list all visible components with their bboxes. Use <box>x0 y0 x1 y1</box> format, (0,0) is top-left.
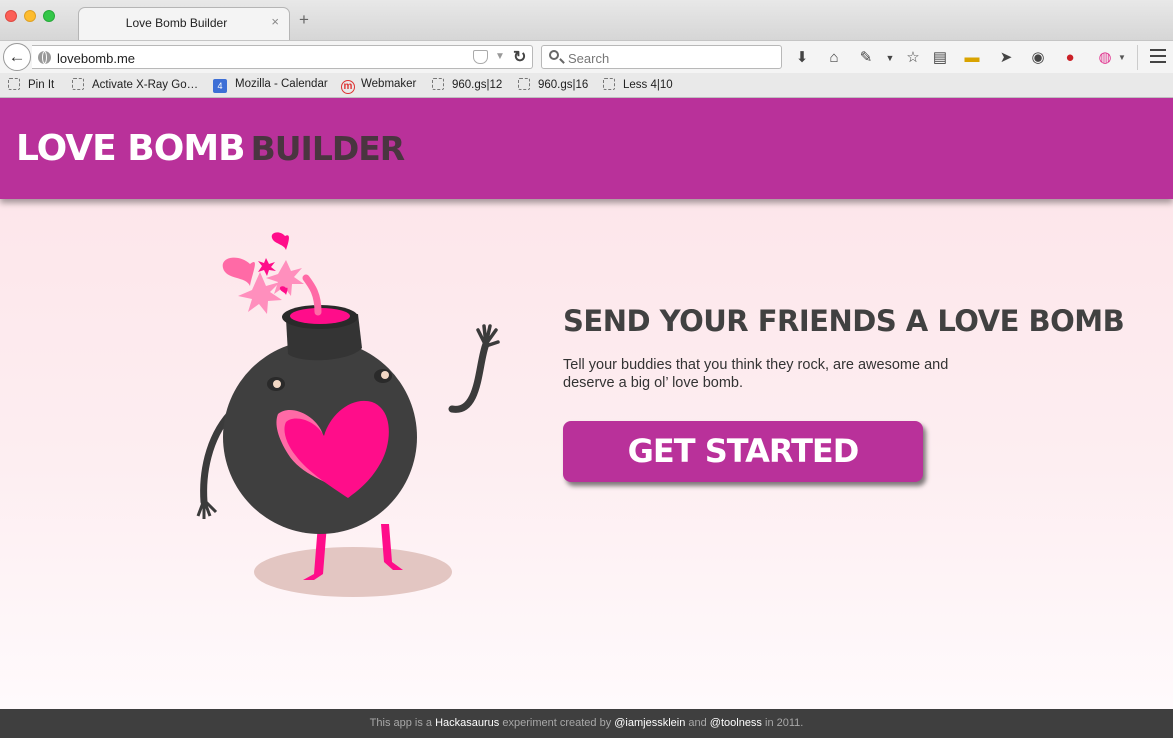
tab-title: Love Bomb Builder <box>125 16 228 30</box>
new-tab-button[interactable]: + <box>299 11 309 28</box>
pocket-icon[interactable] <box>473 50 488 64</box>
hackasaurus-link[interactable]: Hackasaurus <box>435 717 499 729</box>
url-input[interactable]: lovebomb.me <box>57 51 135 66</box>
window-minimize-button[interactable] <box>24 10 36 22</box>
iamjessklein-link[interactable]: @iamjessklein <box>614 717 685 729</box>
bookmark-icon <box>72 78 84 90</box>
site-logo[interactable]: LOVE BOMB BUILDER <box>16 128 406 169</box>
bookmark-item[interactable]: 960.gs|12 <box>432 78 502 91</box>
bookmark-label: 960.gs|16 <box>538 79 589 91</box>
webmaker-icon: m <box>341 80 355 94</box>
love-bomb-illustration <box>196 232 500 597</box>
window-maximize-button[interactable] <box>43 10 55 22</box>
search-bar[interactable]: Search <box>541 45 782 69</box>
hero-title: SEND YOUR FRIENDS A LOVE BOMB <box>563 304 1125 338</box>
bookmark-label: Webmaker <box>361 78 417 90</box>
url-history-dropdown-icon[interactable]: ▼ <box>495 51 505 62</box>
back-button[interactable]: ← <box>3 43 31 71</box>
bookmark-item[interactable]: Less 4|10 <box>603 78 673 91</box>
calendar-icon: 4 <box>213 79 227 93</box>
get-started-button[interactable]: GET STARTED <box>563 421 923 482</box>
reading-list-icon[interactable]: ▤ <box>930 48 950 68</box>
bookmark-item[interactable]: Activate X-Ray Go… <box>72 78 198 91</box>
menu-icon[interactable] <box>1150 49 1166 63</box>
search-input[interactable]: Search <box>568 51 609 66</box>
bookmark-item[interactable]: Pin It <box>8 78 54 91</box>
bookmark-icon <box>603 78 615 90</box>
url-bar[interactable]: lovebomb.me ▼ ↻ <box>32 45 533 69</box>
search-icon <box>549 50 559 60</box>
toolbar-separator <box>1137 45 1138 70</box>
reload-icon[interactable]: ↻ <box>513 47 526 67</box>
send-icon[interactable]: ➤ <box>996 48 1016 68</box>
eyedropper-dropdown-icon[interactable]: ▼ <box>880 48 900 68</box>
bookmark-label: 960.gs|12 <box>452 79 503 91</box>
bookmark-label: Activate X-Ray Go… <box>92 79 199 91</box>
site-header: LOVE BOMB BUILDER <box>0 98 1173 199</box>
footer-text: in 2011. <box>761 717 804 729</box>
hero-description: Tell your buddies that you think they ro… <box>563 357 949 391</box>
bookmark-item[interactable]: m Webmaker <box>341 78 416 94</box>
bookmark-label: Pin It <box>28 79 55 91</box>
history-icon[interactable]: ◉ <box>1028 48 1048 68</box>
bookmark-label: Less 4|10 <box>623 79 673 91</box>
download-icon[interactable]: ⬇ <box>792 48 812 68</box>
logo-love-text: LOVE BOMB <box>16 128 246 169</box>
navigation-toolbar: ← lovebomb.me ▼ ↻ Search ⬇ ⌂ ✎ ▼ ☆ ▤ ▬ ➤… <box>0 40 1173 73</box>
toolness-link[interactable]: @toolness <box>710 717 762 729</box>
home-icon[interactable]: ⌂ <box>824 48 844 68</box>
window-titlebar: Love Bomb Builder × + <box>0 0 1173 40</box>
page-content: LOVE BOMB BUILDER SEND YOUR FRIENDS A LO… <box>0 98 1173 709</box>
bookmark-item[interactable]: 4 Mozilla - Calendar <box>213 78 328 93</box>
color-wheel-dropdown-icon[interactable]: ▼ <box>1112 48 1132 68</box>
bookmark-icon <box>8 78 20 90</box>
bookmark-label: Mozilla - Calendar <box>235 78 328 90</box>
bookmark-item[interactable]: 960.gs|16 <box>518 78 588 91</box>
pinterest-icon[interactable]: ● <box>1060 48 1080 68</box>
logo-builder-text: BUILDER <box>250 129 406 168</box>
ruler-icon[interactable]: ▬ <box>962 48 982 68</box>
tab-close-icon[interactable]: × <box>271 14 279 29</box>
browser-tab[interactable]: Love Bomb Builder × <box>78 7 290 40</box>
site-footer: This app is a Hackasaurus experiment cre… <box>0 709 1173 738</box>
footer-text: This app is a <box>369 717 436 729</box>
site-identity-icon[interactable] <box>38 51 51 64</box>
footer-text: experiment created by <box>499 717 615 729</box>
window-close-button[interactable] <box>5 10 17 22</box>
bookmark-icon <box>518 78 530 90</box>
bookmark-star-icon[interactable]: ☆ <box>903 48 923 68</box>
footer-text: and <box>685 717 710 729</box>
bookmark-icon <box>432 78 444 90</box>
bookmarks-toolbar: Pin It Activate X-Ray Go… 4 Mozilla - Cal… <box>0 73 1173 98</box>
eyedropper-icon[interactable]: ✎ <box>856 48 876 68</box>
